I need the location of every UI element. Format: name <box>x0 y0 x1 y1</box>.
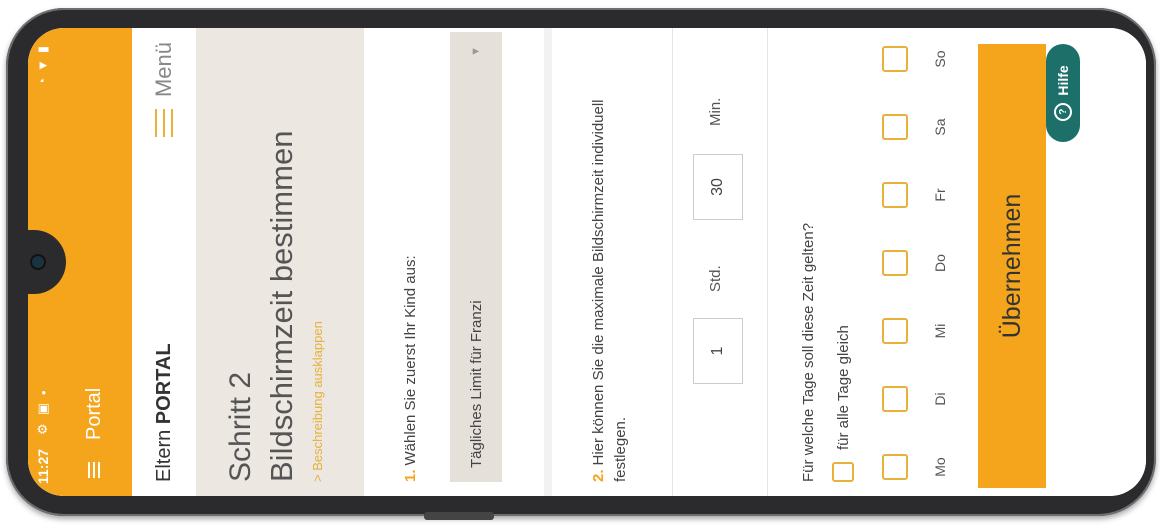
description-toggle-link[interactable]: > Beschreibung ausklappen <box>310 42 325 482</box>
status-right-icons: ◔▼▮ <box>35 40 51 86</box>
day-checkboxes <box>882 40 922 480</box>
phone-screen: 11:27 ⚙ ▣ • ◔▼▮ Portal Eltern PORTAL Men… <box>28 28 1146 496</box>
day-checkbox-di[interactable] <box>882 386 908 412</box>
day-label-mi: Mi <box>932 323 948 339</box>
day-label-do: Do <box>932 254 948 272</box>
dot-icon: • <box>35 390 51 395</box>
question-number: 2. <box>590 469 607 482</box>
all-days-label: für alle Tage gleich <box>834 325 852 450</box>
settings-icon: ⚙ <box>35 423 50 435</box>
hours-unit-label: Std. <box>707 265 724 292</box>
help-label: Hilfe <box>1055 65 1071 96</box>
battery-icon: ▮ <box>35 40 50 54</box>
help-button[interactable]: ? Hilfe <box>1046 44 1080 142</box>
day-checkbox-do[interactable] <box>882 250 908 276</box>
portal-header: Eltern PORTAL Menü <box>132 28 196 496</box>
time-limit-section: 2.Hier können Sie die maximale Bildschir… <box>552 28 672 496</box>
front-camera <box>32 256 44 268</box>
all-days-row: für alle Tage gleich <box>832 42 854 482</box>
time-question: 2.Hier können Sie die maximale Bildschir… <box>588 42 632 482</box>
day-label-so: So <box>932 50 948 68</box>
day-checkbox-so[interactable] <box>882 46 908 72</box>
all-days-checkbox[interactable] <box>832 462 854 482</box>
portal-logo-prefix: Eltern <box>152 424 175 482</box>
status-time: 11:27 <box>35 448 51 484</box>
signal-icon: ◔ <box>35 72 50 86</box>
portal-logo: Eltern PORTAL <box>153 343 176 482</box>
page-title: Bildschirmzeit bestimmen <box>264 130 299 482</box>
minutes-input[interactable]: 30 <box>693 154 743 220</box>
day-checkbox-sa[interactable] <box>882 114 908 140</box>
time-inputs-row: 1 Std. 30 Min. <box>672 28 768 496</box>
day-label-mo: Mo <box>932 457 948 477</box>
day-label-di: Di <box>932 392 948 406</box>
step-header: Schritt 2 Bildschirmzeit bestimmen > Bes… <box>196 28 364 496</box>
menu-label: Menü <box>151 42 176 98</box>
question-text: Hier können Sie die maximale Bildschirmz… <box>590 99 629 482</box>
question-text: Wählen Sie zuerst Ihr Kind aus: <box>402 255 419 466</box>
portal-logo-bold: PORTAL <box>152 343 175 425</box>
nav-title: Portal <box>82 387 105 440</box>
child-question: 1. Wählen Sie zuerst Ihr Kind aus: <box>400 42 422 482</box>
phone-side-button <box>424 512 494 520</box>
day-checkbox-mi[interactable] <box>882 318 908 344</box>
child-select-section: 1. Wählen Sie zuerst Ihr Kind aus: Täglic… <box>364 28 544 496</box>
nav-row: Portal <box>72 28 116 496</box>
minutes-unit-label: Min. <box>707 97 724 126</box>
apply-button[interactable]: Übernehmen <box>978 44 1046 488</box>
chevron-down-icon: ▼ <box>470 46 482 57</box>
app-portrait-view: 11:27 ⚙ ▣ • ◔▼▮ Portal Eltern PORTAL Men… <box>28 28 1146 496</box>
child-select-dropdown[interactable]: Tägliches Limit für Franzi ▼ <box>450 32 502 482</box>
day-label-sa: Sa <box>932 118 948 136</box>
top-bar: 11:27 ⚙ ▣ • ◔▼▮ Portal <box>28 28 132 496</box>
camera-notch <box>28 230 66 294</box>
days-question: Für welche Tage soll diese Zeit gelten? <box>800 222 817 482</box>
image-icon: ▣ <box>35 403 50 416</box>
wifi-icon: ▼ <box>35 53 50 73</box>
day-checkbox-fr[interactable] <box>882 182 908 208</box>
menu-lines-icon <box>149 109 179 138</box>
day-labels: Mo Di Mi Do Fr Sa So <box>932 40 952 480</box>
section-divider <box>544 28 552 496</box>
hamburger-menu-icon[interactable] <box>85 462 103 478</box>
child-select-value: Tägliches Limit für Franzi <box>467 300 485 468</box>
days-section: Für welche Tage soll diese Zeit gelten? … <box>768 28 968 496</box>
menu-button[interactable]: Menü <box>149 42 179 138</box>
question-number: 1. <box>402 469 419 482</box>
day-label-fr: Fr <box>932 188 948 202</box>
question-icon: ? <box>1054 102 1072 121</box>
day-checkbox-mo[interactable] <box>882 454 908 480</box>
step-label: Schritt 2 <box>224 371 257 482</box>
hours-input[interactable]: 1 <box>693 318 743 384</box>
